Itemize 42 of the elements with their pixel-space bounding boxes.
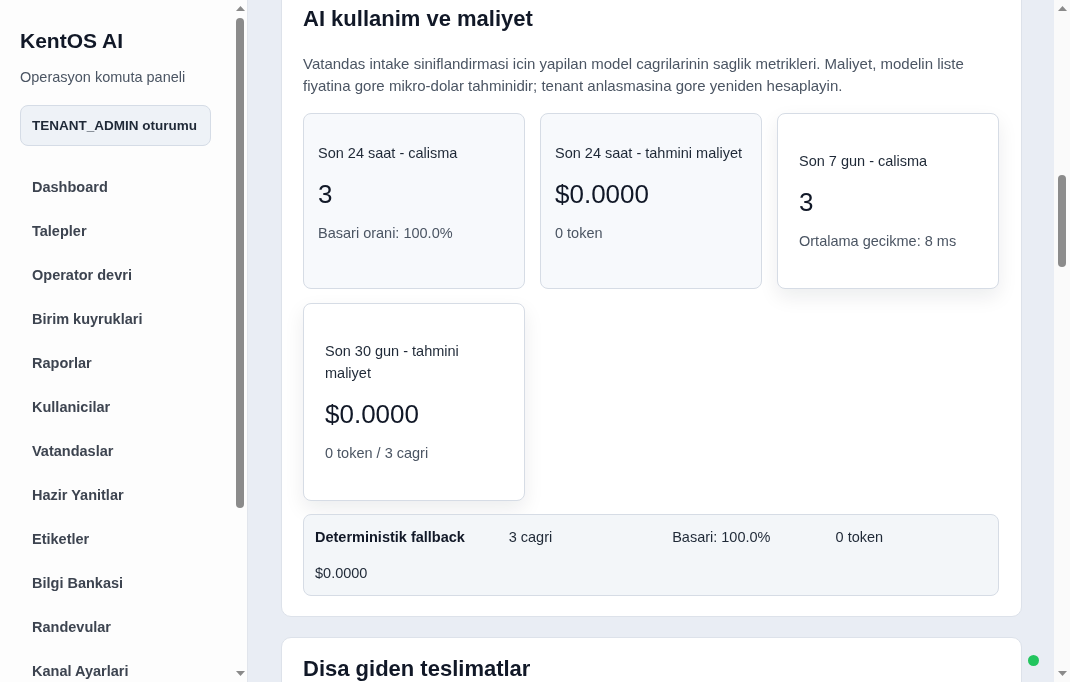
session-badge: TENANT_ADMIN oturumu: [20, 105, 211, 146]
fallback-cost: $0.0000: [315, 564, 368, 583]
nav-link[interactable]: Talepler: [20, 209, 211, 253]
brand-title: KentOS AI: [20, 28, 124, 54]
nav-link[interactable]: Etiketler: [20, 517, 211, 561]
metric-value: 3: [799, 186, 814, 219]
triangle-up-icon[interactable]: [1057, 6, 1067, 11]
metric-detail: Basari orani: 100.0%: [318, 224, 453, 243]
fallback-label: Deterministik fallback: [315, 528, 465, 547]
scrollbar-thumb[interactable]: [1058, 175, 1066, 267]
metric-label: Son 24 saat - calisma: [318, 144, 458, 163]
fallback-success-rate: Basari: 100.0%: [672, 528, 771, 547]
fallback-tokens: 0 token: [835, 528, 884, 547]
scrollbar-thumb[interactable]: [236, 18, 244, 508]
metric-detail: 0 token / 3 cagri: [325, 444, 429, 463]
nav-link[interactable]: Randevular: [20, 605, 211, 649]
triangle-down-icon[interactable]: [235, 671, 245, 676]
nav-link[interactable]: Vatandaslar: [20, 429, 211, 473]
sidebar-subtitle: Operasyon komuta paneli: [20, 68, 186, 87]
metric-label: Son 30 gun - tahmini maliyet: [325, 342, 460, 383]
metric-detail: Ortalama gecikme: 8 ms: [799, 232, 957, 251]
nav-link[interactable]: Kanal Ayarlari: [20, 649, 211, 682]
metric-value: $0.0000: [325, 398, 419, 431]
nav-link[interactable]: Dashboard: [20, 165, 211, 209]
triangle-up-icon[interactable]: [235, 6, 245, 11]
nav-link[interactable]: Hazir Yanitlar: [20, 473, 211, 517]
metric-value: $0.0000: [555, 178, 649, 211]
nav-link[interactable]: Birim kuyruklari: [20, 297, 211, 341]
section-title: AI kullanim ve maliyet: [303, 5, 533, 33]
nav-link[interactable]: Kullanicilar: [20, 385, 211, 429]
section-title: Disa giden teslimatlar: [303, 656, 531, 682]
metric-label: Son 24 saat - tahmini maliyet: [555, 144, 742, 163]
metric-detail: 0 token: [555, 224, 603, 243]
triangle-down-icon[interactable]: [1057, 671, 1067, 676]
metric-value: 3: [318, 178, 333, 211]
status-dot-icon: [1028, 655, 1039, 666]
nav-link[interactable]: Bilgi Bankasi: [20, 561, 211, 605]
metric-label: Son 7 gun - calisma: [799, 152, 928, 171]
nav-link[interactable]: Raporlar: [20, 341, 211, 385]
nav-link[interactable]: Operator devri: [20, 253, 211, 297]
fallback-calls: 3 cagri: [508, 528, 553, 547]
section-description: Vatandas intake siniflandirmasi icin yapilan model cagrilarinin saglik metrikleri. Maliyet, modelin liste fiyatina gore mikro-dolar tahminidir; tenant anlasmasina gore yeniden hesaplayin.: [303, 54, 965, 96]
